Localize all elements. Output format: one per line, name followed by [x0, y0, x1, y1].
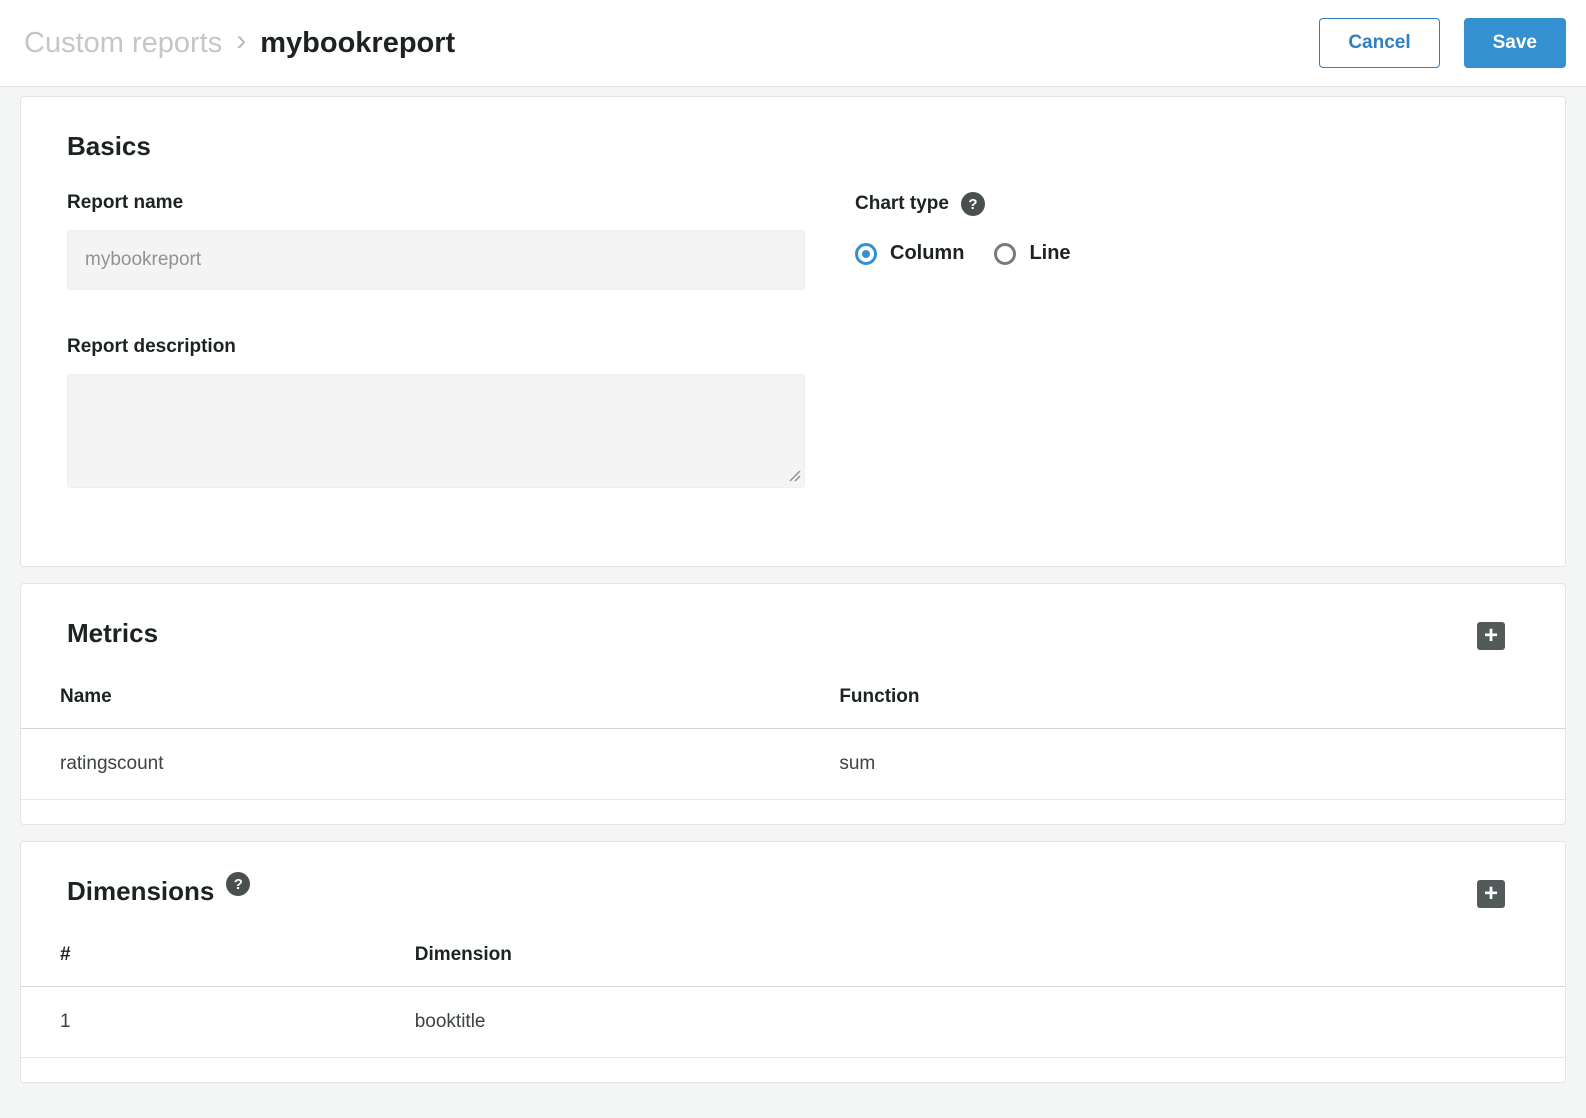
dimensions-heading-wrap: Dimensions ?: [67, 876, 250, 907]
save-button[interactable]: Save: [1464, 18, 1566, 68]
report-name-input[interactable]: [67, 230, 805, 290]
chevron-right-icon: ›: [236, 24, 246, 58]
chart-type-option-column[interactable]: Column: [855, 242, 964, 265]
chart-type-help-icon[interactable]: ?: [961, 192, 985, 216]
radio-unselected-icon: [994, 243, 1016, 265]
basics-left-column: Report name Report description: [67, 192, 805, 488]
dimensions-column-index: #: [21, 926, 415, 987]
metrics-table: Name Function ratingscount sum: [21, 668, 1565, 800]
chart-type-option-line-label: Line: [1029, 242, 1070, 265]
dimensions-card-head: Dimensions ? +: [21, 842, 1565, 918]
table-row[interactable]: ratingscount sum: [21, 729, 1565, 800]
metrics-card: Metrics + Name Function ratingscount sum: [20, 583, 1566, 825]
dimensions-header-row: # Dimension: [21, 926, 1565, 987]
breadcrumb-custom-reports-link[interactable]: Custom reports: [24, 27, 222, 60]
dimensions-table: # Dimension 1 booktitle: [21, 926, 1565, 1058]
radio-selected-icon: [855, 243, 877, 265]
top-actions: Cancel Save: [1319, 18, 1566, 68]
top-bar: Custom reports › mybookreport Cancel Sav…: [0, 0, 1586, 87]
add-metric-button[interactable]: +: [1477, 622, 1505, 650]
dimensions-card: Dimensions ? + # Dimension 1 booktitle: [20, 841, 1566, 1083]
basics-heading: Basics: [67, 131, 1519, 162]
dimensions-help-icon[interactable]: ?: [226, 872, 250, 896]
main-content: Basics Report name Report description Ch…: [0, 87, 1586, 1105]
chart-type-label-row: Chart type ?: [855, 192, 1071, 216]
metrics-column-name: Name: [21, 668, 839, 729]
chart-type-option-column-label: Column: [890, 242, 964, 265]
dimensions-heading: Dimensions: [67, 876, 214, 907]
report-name-label: Report name: [67, 192, 805, 214]
metrics-column-function: Function: [839, 668, 1565, 729]
dimension-name-cell: booktitle: [415, 987, 1565, 1058]
add-dimension-button[interactable]: +: [1477, 880, 1505, 908]
metrics-card-head: Metrics +: [21, 584, 1565, 660]
metric-function-cell: sum: [839, 729, 1565, 800]
breadcrumb: Custom reports › mybookreport: [24, 26, 455, 60]
page-title: mybookreport: [260, 27, 455, 60]
report-description-textarea[interactable]: [67, 374, 805, 488]
basics-card: Basics Report name Report description Ch…: [20, 96, 1566, 567]
dimension-index-cell: 1: [21, 987, 415, 1058]
table-row[interactable]: 1 booktitle: [21, 987, 1565, 1058]
report-description-wrap: [67, 374, 805, 488]
metrics-heading: Metrics: [67, 618, 158, 649]
metrics-header-row: Name Function: [21, 668, 1565, 729]
basics-right-column: Chart type ? Column Line: [855, 192, 1071, 488]
report-description-label: Report description: [67, 336, 805, 358]
metric-name-cell: ratingscount: [21, 729, 839, 800]
cancel-button[interactable]: Cancel: [1319, 18, 1439, 68]
chart-type-label: Chart type: [855, 193, 949, 215]
basics-grid: Report name Report description Chart typ…: [67, 192, 1519, 488]
chart-type-option-line[interactable]: Line: [994, 242, 1070, 265]
chart-type-radio-group: Column Line: [855, 242, 1071, 265]
metrics-heading-wrap: Metrics: [67, 618, 158, 649]
resize-handle-icon[interactable]: [787, 468, 801, 482]
dimensions-column-dimension: Dimension: [415, 926, 1565, 987]
